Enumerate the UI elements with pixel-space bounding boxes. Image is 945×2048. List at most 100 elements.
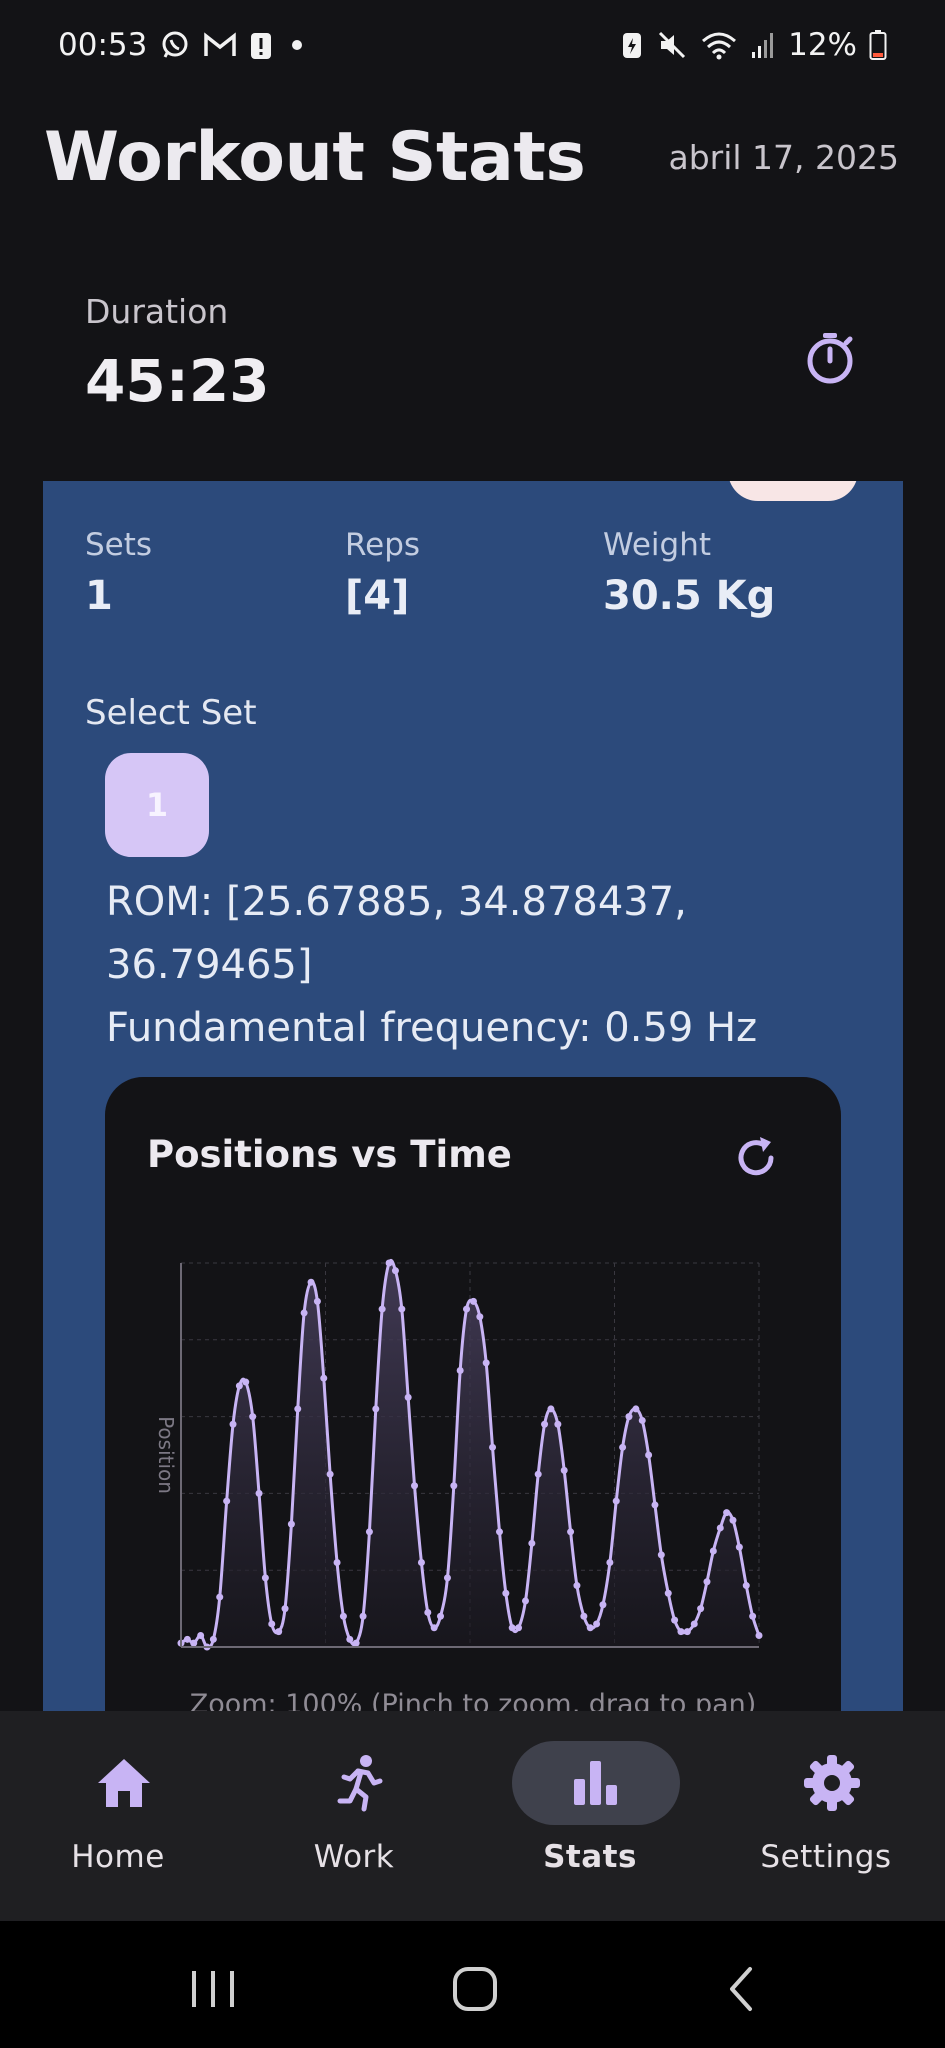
data-point xyxy=(385,1259,393,1267)
nav-item-settings[interactable]: Settings xyxy=(708,1711,944,1921)
data-point xyxy=(697,1605,705,1613)
page-title: Workout Stats xyxy=(44,117,586,197)
battery-percent: 12% xyxy=(788,27,857,63)
data-point xyxy=(326,1470,334,1478)
data-point xyxy=(183,1635,191,1643)
nav-item-home[interactable]: Home xyxy=(0,1711,236,1921)
reps-value: [4] xyxy=(345,573,410,619)
back-icon[interactable] xyxy=(712,1959,772,2019)
rom-info: ROM: [25.67885, 34.878437, 36.79465] Fun… xyxy=(106,871,846,1060)
set-chip-1[interactable]: 1 xyxy=(105,753,209,857)
system-nav-bar xyxy=(0,1921,945,2048)
data-point xyxy=(339,1612,347,1620)
data-point xyxy=(209,1635,217,1643)
weight-label: Weight xyxy=(603,527,712,563)
weight-stat: Weight 30.5 Kg xyxy=(603,527,775,619)
data-point xyxy=(625,1413,633,1421)
data-point xyxy=(612,1497,620,1505)
nav-label-settings: Settings xyxy=(760,1839,892,1875)
data-point xyxy=(255,1489,263,1497)
data-point xyxy=(320,1374,328,1382)
sets-label: Sets xyxy=(85,527,153,563)
battery-icon xyxy=(869,29,887,61)
data-point xyxy=(690,1620,698,1628)
data-point xyxy=(755,1631,763,1639)
timer-icon[interactable] xyxy=(802,330,858,386)
status-left: 00:53 xyxy=(58,27,309,63)
data-point xyxy=(294,1405,302,1413)
data-point xyxy=(671,1616,679,1624)
data-point xyxy=(749,1612,757,1620)
exercise-panel: Sets 1 Reps [4] Weight 30.5 Kg Select Se… xyxy=(43,481,903,1711)
data-point xyxy=(567,1528,575,1536)
data-point xyxy=(300,1309,308,1317)
data-point xyxy=(391,1267,399,1275)
data-point xyxy=(307,1278,315,1286)
data-point xyxy=(469,1297,477,1305)
page-date: abril 17, 2025 xyxy=(668,137,899,177)
data-point xyxy=(515,1624,523,1632)
data-point xyxy=(223,1497,231,1505)
signal-icon xyxy=(750,30,776,60)
status-right: 12% xyxy=(620,27,887,63)
chart-card: Positions vs Time Position Zoom: 100% (P… xyxy=(105,1077,841,1711)
recent-apps-icon[interactable] xyxy=(183,1959,243,2019)
sets-stat: Sets 1 xyxy=(85,527,152,619)
data-point xyxy=(632,1405,640,1413)
data-point xyxy=(657,1551,665,1559)
data-point xyxy=(502,1589,510,1597)
run-icon xyxy=(337,1755,383,1812)
alert-icon xyxy=(249,29,273,61)
bar-chart-icon xyxy=(574,1761,617,1805)
chart-title: Positions vs Time xyxy=(147,1133,512,1176)
data-point xyxy=(606,1559,614,1567)
data-point xyxy=(742,1582,750,1590)
data-point xyxy=(599,1601,607,1609)
data-point xyxy=(593,1620,601,1628)
data-point xyxy=(554,1420,562,1428)
y-axis-label: Position xyxy=(154,1416,178,1494)
data-point xyxy=(242,1378,250,1386)
data-point xyxy=(261,1574,269,1582)
data-point xyxy=(586,1624,594,1632)
data-point xyxy=(703,1578,711,1586)
select-set-label: Select Set xyxy=(85,693,257,733)
panel-badge xyxy=(728,481,858,501)
data-point xyxy=(735,1543,743,1551)
data-point xyxy=(664,1589,672,1597)
data-point xyxy=(456,1367,464,1375)
data-point xyxy=(508,1624,516,1632)
battery-saver-icon xyxy=(620,30,644,60)
home-button-icon[interactable] xyxy=(445,1959,505,2019)
data-point xyxy=(573,1582,581,1590)
data-point xyxy=(489,1443,497,1451)
data-point xyxy=(716,1524,724,1532)
data-point xyxy=(547,1405,555,1413)
data-point xyxy=(346,1635,354,1643)
data-point xyxy=(359,1612,367,1620)
status-bar: 00:53 12% xyxy=(0,0,945,90)
data-point xyxy=(216,1593,224,1601)
header: Workout Stats abril 17, 2025 xyxy=(44,112,901,202)
data-point xyxy=(281,1605,289,1613)
data-point xyxy=(352,1639,360,1647)
data-point xyxy=(619,1443,627,1451)
nav-item-stats[interactable]: Stats xyxy=(472,1711,708,1921)
data-point xyxy=(450,1482,458,1490)
data-point xyxy=(683,1628,691,1636)
data-point xyxy=(560,1466,568,1474)
weight-value: 30.5 Kg xyxy=(603,573,776,619)
data-point xyxy=(443,1574,451,1582)
position-chart[interactable]: Position xyxy=(105,1227,841,1667)
data-point xyxy=(268,1620,276,1628)
data-point xyxy=(398,1305,406,1313)
nav-item-work[interactable]: Work xyxy=(236,1711,472,1921)
whatsapp-icon xyxy=(159,29,191,61)
data-point xyxy=(541,1420,549,1428)
wifi-icon xyxy=(700,29,738,61)
nav-label-stats: Stats xyxy=(543,1839,637,1875)
home-icon xyxy=(98,1759,150,1807)
refresh-icon[interactable] xyxy=(731,1133,781,1183)
data-point xyxy=(378,1305,386,1313)
data-point xyxy=(495,1528,503,1536)
